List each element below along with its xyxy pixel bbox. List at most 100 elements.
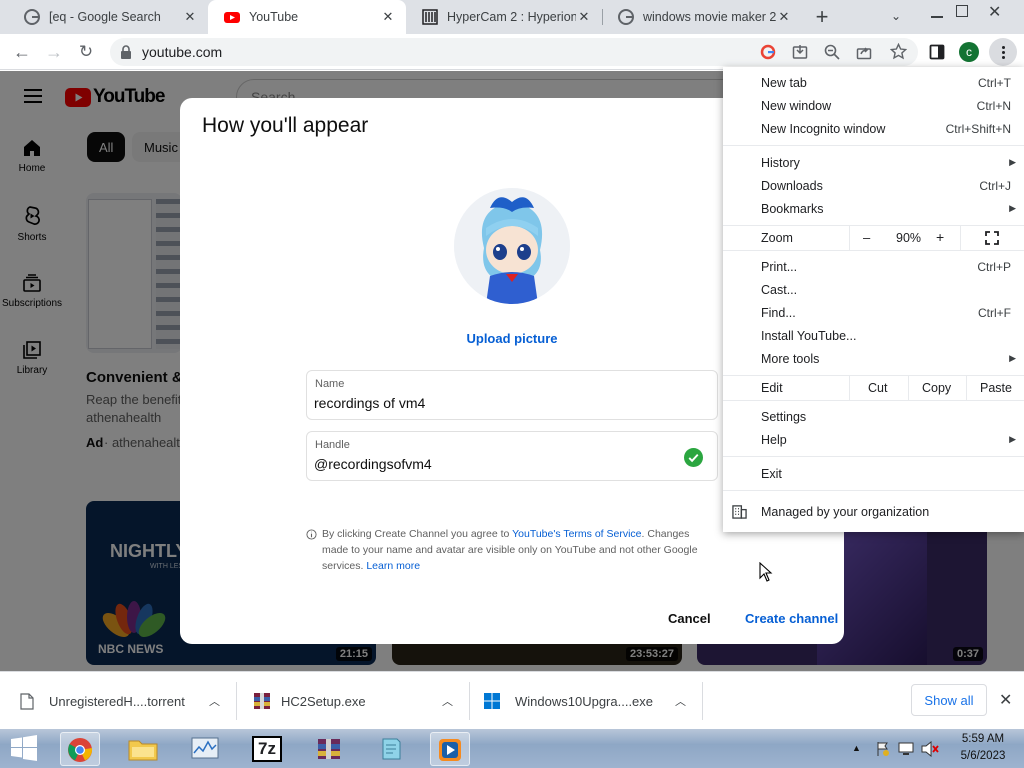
lock-icon[interactable] xyxy=(120,45,132,59)
menu-label: New window xyxy=(761,98,832,113)
create-channel-button[interactable]: Create channel xyxy=(745,611,838,626)
copy-button[interactable]: Copy xyxy=(922,381,951,395)
menu-separator xyxy=(723,400,1024,401)
restore-icon[interactable] xyxy=(956,5,968,17)
menu-item-help[interactable]: Help ▶ xyxy=(723,428,1024,451)
google-icon xyxy=(24,9,40,25)
action-center-flag-icon[interactable] xyxy=(875,741,891,757)
performance-monitor-icon xyxy=(191,737,219,759)
google-icon xyxy=(618,9,634,25)
close-window-icon[interactable]: ✕ xyxy=(988,2,1008,22)
menu-item-install-youtube[interactable]: Install YouTube... xyxy=(723,324,1024,347)
install-app-icon[interactable] xyxy=(792,44,808,60)
share-icon[interactable] xyxy=(856,44,872,60)
menu-item-downloads[interactable]: Downloads Ctrl+J xyxy=(723,174,1024,197)
taskbar-explorer[interactable] xyxy=(123,732,163,766)
media-player-icon xyxy=(439,739,461,761)
chrome-main-menu: New tab Ctrl+T New window Ctrl+N New Incog… xyxy=(723,67,1024,532)
new-tab-icon[interactable]: + xyxy=(812,6,832,28)
menu-item-more-tools[interactable]: More tools ▶ xyxy=(723,347,1024,370)
back-icon[interactable]: ← xyxy=(12,42,32,62)
submenu-arrow-icon: ▶ xyxy=(1009,157,1016,167)
tab-google-search[interactable]: [eq - Google Search ✕ xyxy=(8,0,208,34)
chevron-up-icon[interactable]: ︿ xyxy=(209,693,220,709)
profile-avatar[interactable]: c xyxy=(959,42,979,62)
tab-windows-movie-maker[interactable]: windows movie maker 20 ✕ xyxy=(602,0,802,34)
tab-close-icon[interactable]: ✕ xyxy=(380,9,396,25)
tab-search-chevron-icon[interactable]: ⌄ xyxy=(891,9,907,25)
chevron-up-icon[interactable]: ︿ xyxy=(442,693,453,709)
menu-item-exit[interactable]: Exit xyxy=(723,462,1024,485)
chrome-menu-kebab-icon[interactable] xyxy=(989,38,1017,66)
menu-item-incognito[interactable]: New Incognito window Ctrl+Shift+N xyxy=(723,117,1024,140)
side-panel-icon[interactable] xyxy=(929,44,945,60)
download-item[interactable]: Windows10Upgra....exe ︿ xyxy=(470,672,702,730)
menu-item-new-tab[interactable]: New tab Ctrl+T xyxy=(723,71,1024,94)
download-item[interactable]: UnregisteredH....torrent ︿ xyxy=(0,672,236,730)
minimize-icon[interactable] xyxy=(931,16,943,18)
zoom-icon[interactable] xyxy=(824,44,840,60)
tray-overflow-icon[interactable]: ▲ xyxy=(852,743,861,753)
chevron-up-icon[interactable]: ︿ xyxy=(675,693,686,709)
handle-field-label: Handle xyxy=(315,439,350,451)
menu-item-history[interactable]: History ▶ xyxy=(723,151,1024,174)
taskbar-perfmon[interactable] xyxy=(185,732,225,766)
channel-avatar[interactable] xyxy=(454,188,570,304)
close-shelf-icon[interactable]: ✕ xyxy=(999,690,1012,710)
tab-title: [eq - Google Search xyxy=(49,10,161,24)
download-divider xyxy=(702,682,703,720)
show-all-button[interactable]: Show all xyxy=(911,684,987,716)
notepad-icon xyxy=(382,738,401,760)
volume-muted-icon[interactable] xyxy=(921,741,939,757)
cancel-button[interactable]: Cancel xyxy=(668,611,711,626)
fullscreen-icon[interactable] xyxy=(985,231,999,245)
tab-strip: [eq - Google Search ✕ YouTube ✕ HyperCam… xyxy=(0,0,1024,34)
file-icon xyxy=(20,692,34,710)
bookmark-star-icon[interactable] xyxy=(890,43,907,60)
menu-item-print[interactable]: Print... Ctrl+P xyxy=(723,255,1024,278)
network-icon[interactable] xyxy=(898,741,914,757)
tab-youtube[interactable]: YouTube ✕ xyxy=(208,0,406,34)
download-item[interactable]: HC2Setup.exe ︿ xyxy=(237,672,469,730)
handle-field[interactable]: Handle @recordingsofvm4 xyxy=(306,431,718,481)
menu-item-find[interactable]: Find... Ctrl+F xyxy=(723,301,1024,324)
tab-hypercam[interactable]: HyperCam 2 : Hyperionics ✕ xyxy=(406,0,602,34)
menu-item-bookmarks[interactable]: Bookmarks ▶ xyxy=(723,197,1024,220)
terms-text: By clicking Create Channel you agree to … xyxy=(322,526,714,574)
avatar-image xyxy=(454,188,570,304)
taskbar-7zip[interactable]: 7z xyxy=(247,732,287,766)
menu-zoom-row: Zoom – 90% + xyxy=(723,226,1024,250)
download-shelf: UnregisteredH....torrent ︿ HC2Setup.exe … xyxy=(0,671,1024,729)
zoom-in-button[interactable]: + xyxy=(936,229,944,245)
menu-item-managed[interactable]: Managed by your organization xyxy=(723,500,1024,523)
paste-button[interactable]: Paste xyxy=(980,381,1012,395)
address-bar[interactable]: youtube.com xyxy=(110,38,918,66)
taskbar-date[interactable]: 5/6/2023 xyxy=(958,750,1008,762)
taskbar-notepad[interactable] xyxy=(371,732,411,766)
submenu-arrow-icon: ▶ xyxy=(1009,434,1016,444)
taskbar-winrar[interactable] xyxy=(309,732,349,766)
learn-more-link[interactable]: Learn more xyxy=(366,560,420,572)
menu-item-settings[interactable]: Settings xyxy=(723,405,1024,428)
google-translate-icon[interactable] xyxy=(760,44,776,60)
zoom-out-button[interactable]: – xyxy=(863,230,870,245)
name-field[interactable]: Name recordings of vm4 xyxy=(306,370,718,420)
taskbar-clock[interactable]: 5:59 AM xyxy=(958,733,1008,745)
menu-item-new-window[interactable]: New window Ctrl+N xyxy=(723,94,1024,117)
forward-icon[interactable]: → xyxy=(44,42,64,62)
taskbar-media-player[interactable] xyxy=(430,732,470,766)
tab-close-icon[interactable]: ✕ xyxy=(576,9,592,25)
cut-button[interactable]: Cut xyxy=(868,381,887,395)
handle-input[interactable]: @recordingsofvm4 xyxy=(314,456,432,472)
menu-label: New tab xyxy=(761,75,807,90)
tab-close-icon[interactable]: ✕ xyxy=(182,9,198,25)
windows-start-icon[interactable] xyxy=(10,735,38,761)
tab-close-icon[interactable]: ✕ xyxy=(776,9,792,25)
mouse-cursor-icon xyxy=(759,562,773,582)
taskbar-chrome[interactable] xyxy=(60,732,100,766)
reload-icon[interactable]: ↻ xyxy=(76,42,96,62)
menu-label: New Incognito window xyxy=(761,121,886,136)
menu-item-cast[interactable]: Cast... xyxy=(723,278,1024,301)
terms-of-service-link[interactable]: YouTube's Terms of Service xyxy=(512,528,641,540)
name-input[interactable]: recordings of vm4 xyxy=(314,395,425,411)
